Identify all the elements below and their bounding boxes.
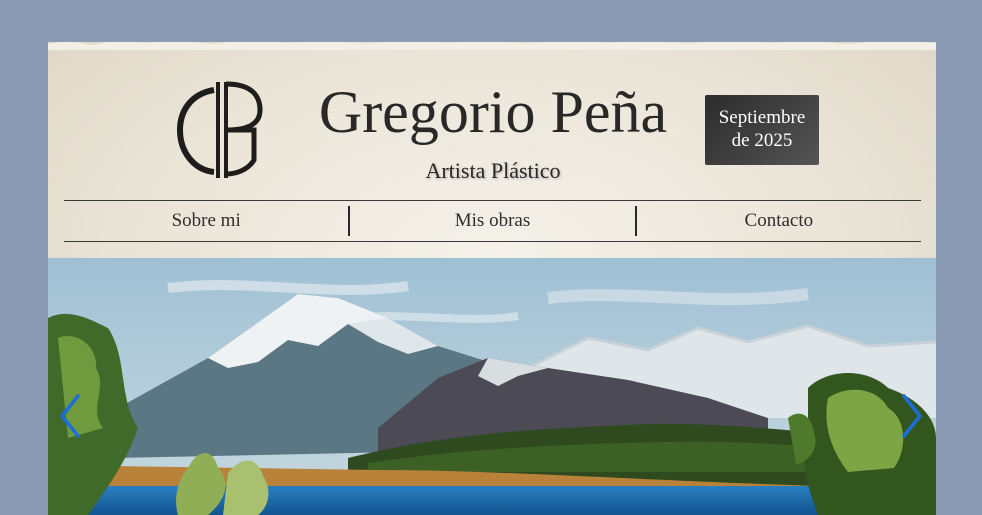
nav-item-mis-obras[interactable]: Mis obras — [350, 201, 634, 241]
site-title: Gregorio Peña — [318, 79, 668, 145]
mountain-lake-painting — [48, 258, 936, 515]
torn-paper-edge — [48, 42, 936, 50]
nav-item-contacto[interactable]: Contacto — [637, 201, 921, 241]
site-subtitle: Artista Plástico — [425, 158, 561, 183]
main-nav: Sobre mi Mis obras Contacto — [64, 200, 921, 242]
date-month: Septiembre — [718, 107, 806, 128]
page-container: Gregorio Peña Artista Plástico Septiembr… — [48, 42, 936, 515]
gp-monogram-logo — [176, 81, 263, 178]
date-year: de 2025 — [731, 130, 793, 151]
date-badge: Septiembre de 2025 — [705, 95, 819, 165]
chevron-left-icon[interactable] — [56, 392, 84, 440]
chevron-right-icon[interactable] — [898, 392, 926, 440]
hero-slider-image — [48, 258, 936, 515]
nav-item-sobre-mi[interactable]: Sobre mi — [64, 201, 348, 241]
